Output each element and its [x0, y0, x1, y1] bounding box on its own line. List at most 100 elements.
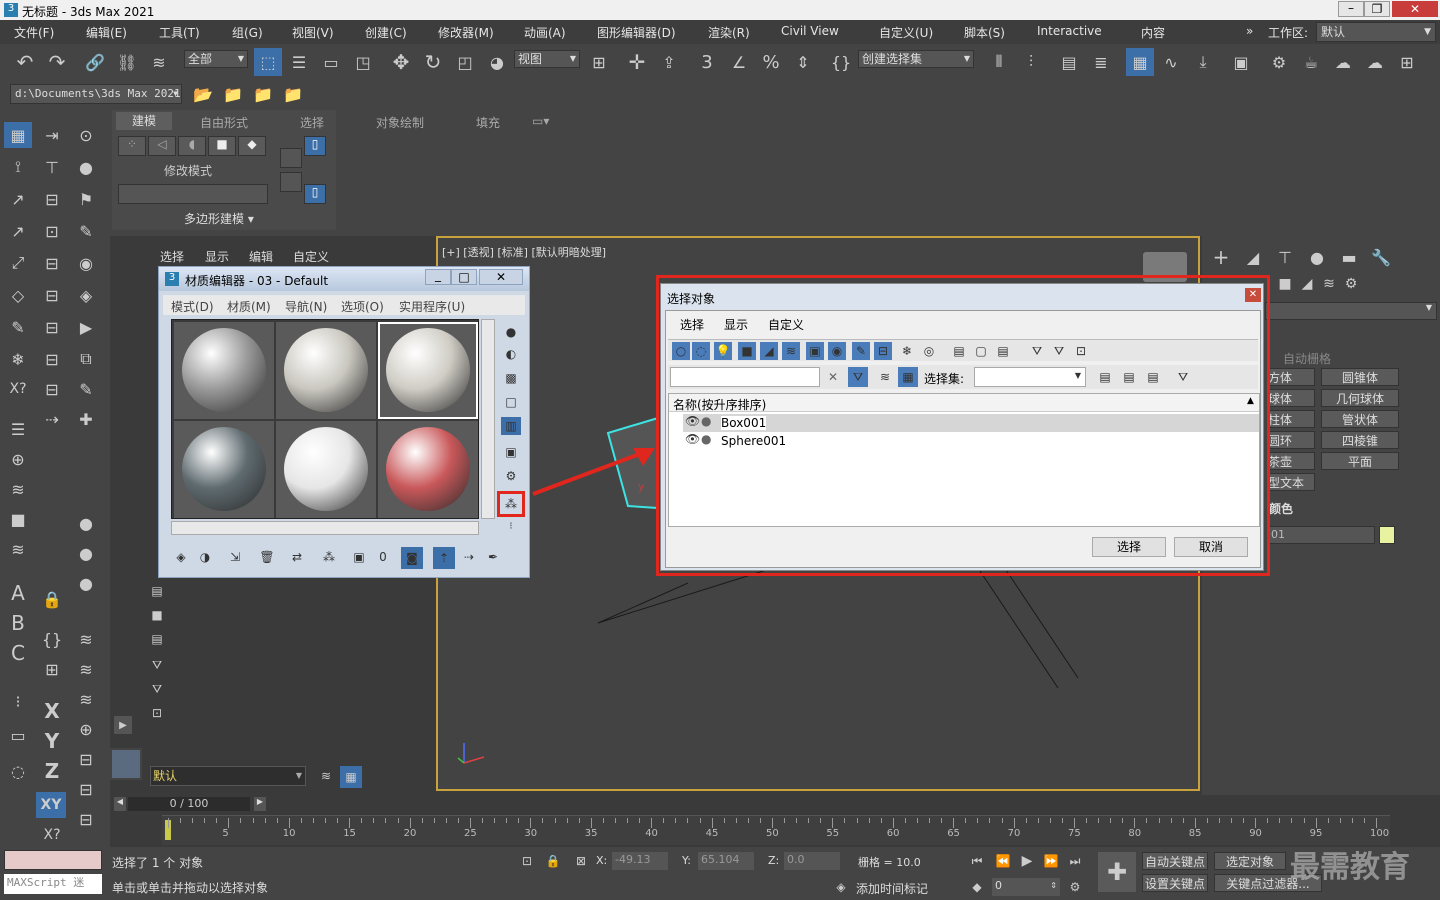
menu-interactive[interactable]: Interactive [1037, 24, 1102, 38]
paint-select-icon[interactable]: ✎ [4, 314, 32, 340]
explorer-tab-display[interactable]: 显示 [205, 248, 229, 265]
obj-pyramid-button[interactable]: 四棱锥 [1321, 431, 1399, 449]
mat-menu-mode[interactable]: 模式(D) [171, 298, 214, 315]
selset-icon-3[interactable]: ▤ [1144, 367, 1162, 387]
named-selection-dropdown[interactable]: 创建选择集 ▼ [858, 50, 974, 68]
show-map-icon[interactable]: 0 [373, 547, 393, 567]
sample-slot-3[interactable] [378, 322, 478, 419]
display-tab-icon[interactable]: ▬ [1337, 246, 1361, 268]
obj-cone-button[interactable]: 圆锥体 [1321, 368, 1399, 386]
obj-teapot-button[interactable]: 茶壶 [1267, 452, 1315, 470]
layer-hier-icon[interactable]: ▦ [340, 766, 362, 788]
sample-slot-1[interactable] [174, 322, 274, 419]
prev-frame-icon[interactable]: ⏪ [994, 852, 1012, 870]
autokey-button[interactable]: 自动关键点 [1142, 852, 1208, 870]
filter-shape-icon[interactable]: ◌ [692, 342, 710, 360]
select-manipulate-icon[interactable]: ✛ [624, 50, 650, 74]
material-editor-icon[interactable]: ▣ [1228, 50, 1254, 74]
menu-civil-view[interactable]: Civil View [781, 24, 839, 38]
maxscript-listener[interactable] [4, 850, 102, 870]
display-invert-icon[interactable]: ▤ [994, 342, 1012, 360]
explorer-filter-icon-2[interactable]: ⛛ [148, 680, 166, 698]
poly-modeling-label[interactable]: 多边形建模 ▾ [184, 210, 254, 227]
mat-menu-material[interactable]: 材质(M) [227, 298, 271, 315]
mat-menu-options[interactable]: 选项(O) [341, 298, 384, 315]
show-end-result-icon[interactable]: ◙ [401, 547, 423, 569]
brush-icon[interactable]: ✎ [72, 218, 100, 244]
move-icon[interactable]: ✥ [388, 50, 414, 74]
list-icon[interactable]: ☰ [4, 416, 32, 442]
render-grid-icon[interactable]: ⊞ [1394, 50, 1420, 74]
spinner-snap-icon[interactable]: ⇕ [790, 50, 816, 74]
selected-obj-dropdown[interactable]: 选定对象 [1214, 852, 1286, 870]
sample-hscroll[interactable] [171, 521, 479, 535]
window-crossing-icon[interactable]: ◳ [350, 50, 376, 74]
workspace-dropdown[interactable]: 默认 ▼ [1316, 22, 1436, 42]
go-parent-icon[interactable]: ⇡ [433, 547, 455, 569]
left-col3-g-icon[interactable]: ⊕ [72, 716, 100, 742]
keyboard-shortcut-icon[interactable]: ⇪ [656, 50, 682, 74]
project-icon-2[interactable]: 📁 [220, 82, 246, 106]
systems-icon[interactable]: ⚙ [1341, 274, 1361, 294]
undo-icon[interactable]: ↶ [12, 50, 38, 74]
left-tool-16-icon[interactable]: ◇ [4, 282, 32, 308]
isolate-icon[interactable]: ⊡ [518, 852, 536, 870]
xq-icon[interactable]: X? [4, 376, 32, 402]
cancel-button[interactable]: 取消 [1174, 537, 1248, 557]
close-button[interactable]: ✕ [1392, 1, 1438, 17]
axis-z-icon[interactable]: Z [38, 758, 66, 784]
ribbon-tab-modeling[interactable]: 建模 [116, 112, 172, 130]
go-end-icon[interactable]: ⏭ [1066, 852, 1084, 870]
list-header[interactable]: 名称(按升序排序) ▲ [669, 394, 1259, 412]
menu-edit[interactable]: 编辑(E) [86, 24, 127, 41]
menu-customize[interactable]: 自定义(U) [879, 24, 933, 41]
dope-sheet-icon[interactable]: ⤓ [1190, 50, 1216, 74]
display-none-icon[interactable]: ▢ [972, 342, 990, 360]
percent-snap-icon[interactable]: % [758, 50, 784, 74]
left-tool-20-icon[interactable]: ⊟ [38, 314, 66, 340]
filter-hidden-icon[interactable]: ◎ [920, 342, 938, 360]
obj-sphere-button[interactable]: 球体 [1267, 389, 1315, 407]
left-tool-26-icon[interactable]: ⊟ [38, 376, 66, 402]
filter-group-icon[interactable]: ▣ [806, 342, 824, 360]
menu-view[interactable]: 视图(V) [292, 24, 334, 41]
subobj-poly-icon[interactable]: ■ [208, 136, 236, 156]
background-icon[interactable]: ▩ [501, 369, 521, 387]
selset-icon-2[interactable]: ▤ [1120, 367, 1138, 387]
obj-text-button[interactable]: 型文本 [1267, 473, 1315, 491]
sample-slot-2[interactable] [276, 322, 376, 419]
find-input[interactable] [670, 367, 820, 387]
object-color-swatch[interactable] [1379, 526, 1395, 544]
menu-graph-editors[interactable]: 图形编辑器(D) [597, 24, 676, 41]
axis-y-icon[interactable]: Y [38, 728, 66, 754]
next-frame-icon[interactable]: ⏩ [1042, 852, 1060, 870]
list-item-box001[interactable]: 👁 ● Box001 [683, 414, 1259, 432]
add-time-tag[interactable]: 添加时间标记 [856, 880, 928, 897]
mat-menu-utilities[interactable]: 实用程序(U) [399, 298, 465, 315]
ribbon-tab-selection[interactable]: 选择 [300, 114, 324, 131]
filter-geometry-icon[interactable]: ○ [672, 342, 690, 360]
rotate-icon[interactable]: ↻ [420, 50, 446, 74]
ribbon-icon-row[interactable] [118, 184, 268, 204]
explorer-side-icon-1[interactable]: ▤ [148, 582, 166, 600]
axis-x-icon[interactable]: X [38, 698, 66, 724]
grid-a-icon[interactable]: ⁝ [4, 688, 32, 714]
text-c-icon[interactable]: C [4, 640, 32, 666]
left-tool-14-icon[interactable]: ⊟ [38, 250, 66, 276]
menu-modifiers[interactable]: 修改器(M) [438, 24, 494, 41]
hierarchy-tab-icon[interactable]: ⊤ [1273, 246, 1297, 268]
axis-xy-icon[interactable]: XY [36, 792, 66, 818]
menu-tools[interactable]: 工具(T) [159, 24, 200, 41]
dlg-menu-customize[interactable]: 自定义 [768, 316, 804, 333]
left-col3-b-icon[interactable]: ● [72, 540, 100, 566]
braces-icon[interactable]: {} [38, 626, 66, 652]
project-path-dropdown[interactable]: d:\Documents\3ds Max 2021 ▼ [10, 84, 182, 104]
time-next-button[interactable]: ▶ [254, 797, 266, 811]
track-bar[interactable]: 5 10 15 20 25 30 35 40 45 50 55 60 65 70 75 80 85 90 95 100 [162, 815, 1390, 845]
layers-icon[interactable]: ≣ [1088, 50, 1114, 74]
left-tool-23-icon[interactable]: ⊟ [38, 346, 66, 372]
ribbon-tab-freeform[interactable]: 自由形式 [200, 114, 248, 131]
ribbon-options-icon[interactable]: ▭▾ [532, 114, 549, 128]
filter-xref-icon[interactable]: ◉ [828, 342, 846, 360]
sphere-tool-icon[interactable]: ● [72, 154, 100, 180]
